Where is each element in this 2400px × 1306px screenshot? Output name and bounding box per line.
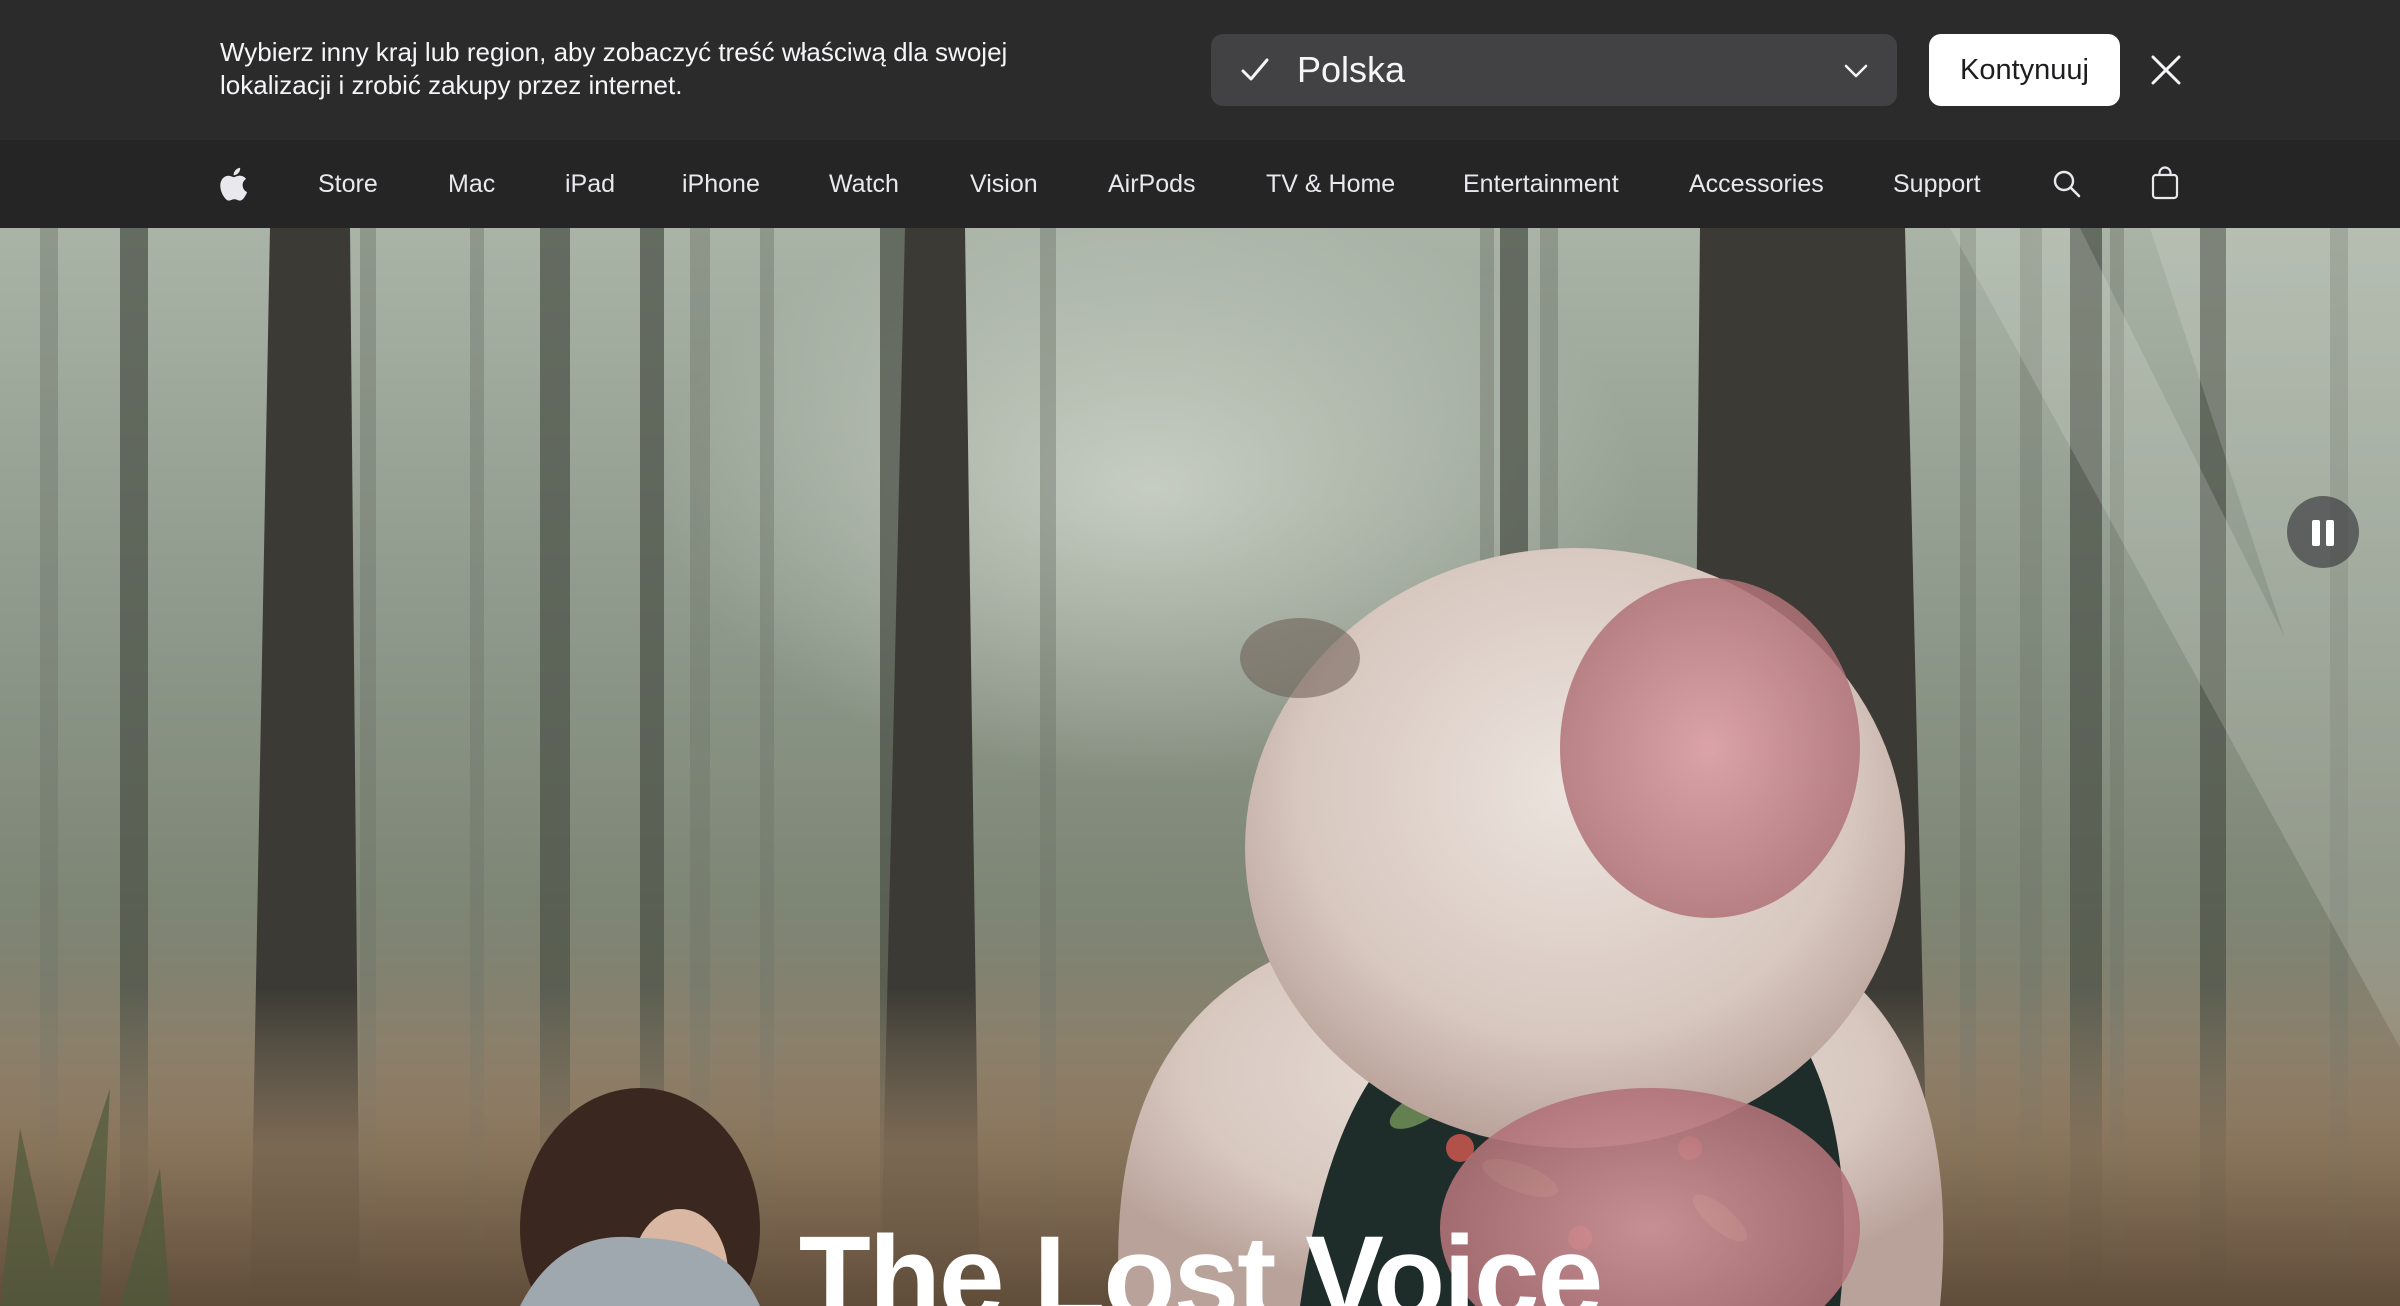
nav-item-accessories[interactable]: Accessories bbox=[1689, 140, 1824, 228]
chevron-down-icon bbox=[1844, 64, 1868, 78]
nav-item-ipad[interactable]: iPad bbox=[565, 140, 615, 228]
continue-button[interactable]: Kontynuuj bbox=[1929, 34, 2120, 106]
nav-item-iphone[interactable]: iPhone bbox=[682, 140, 760, 228]
global-nav: Store Mac iPad iPhone Watch Vision AirPo… bbox=[0, 140, 2400, 228]
hero-title: The Lost Voice bbox=[798, 1212, 1604, 1306]
search-icon[interactable] bbox=[2052, 169, 2082, 199]
hero-video: The Lost Voice bbox=[0, 228, 2400, 1306]
apple-logo-icon[interactable] bbox=[218, 166, 248, 202]
nav-item-mac[interactable]: Mac bbox=[448, 140, 495, 228]
hero-forest-image bbox=[0, 228, 2400, 1306]
pause-button[interactable] bbox=[2287, 496, 2359, 568]
nav-item-airpods[interactable]: AirPods bbox=[1108, 140, 1196, 228]
nav-item-tv-home[interactable]: TV & Home bbox=[1266, 140, 1395, 228]
locale-banner: Wybierz inny kraj lub region, aby zobacz… bbox=[0, 0, 2400, 140]
shopping-bag-icon[interactable] bbox=[2151, 166, 2179, 200]
nav-item-store[interactable]: Store bbox=[318, 140, 378, 228]
region-select[interactable]: Polska bbox=[1211, 34, 1897, 106]
checkmark-icon bbox=[1241, 58, 1269, 81]
close-icon[interactable] bbox=[2148, 52, 2184, 88]
nav-item-entertainment[interactable]: Entertainment bbox=[1463, 140, 1619, 228]
locale-message: Wybierz inny kraj lub region, aby zobacz… bbox=[220, 37, 1008, 100]
nav-item-watch[interactable]: Watch bbox=[829, 140, 899, 228]
nav-item-vision[interactable]: Vision bbox=[970, 140, 1038, 228]
pause-icon bbox=[2312, 520, 2320, 546]
nav-item-support[interactable]: Support bbox=[1893, 140, 1981, 228]
region-select-value: Polska bbox=[1297, 49, 1406, 90]
